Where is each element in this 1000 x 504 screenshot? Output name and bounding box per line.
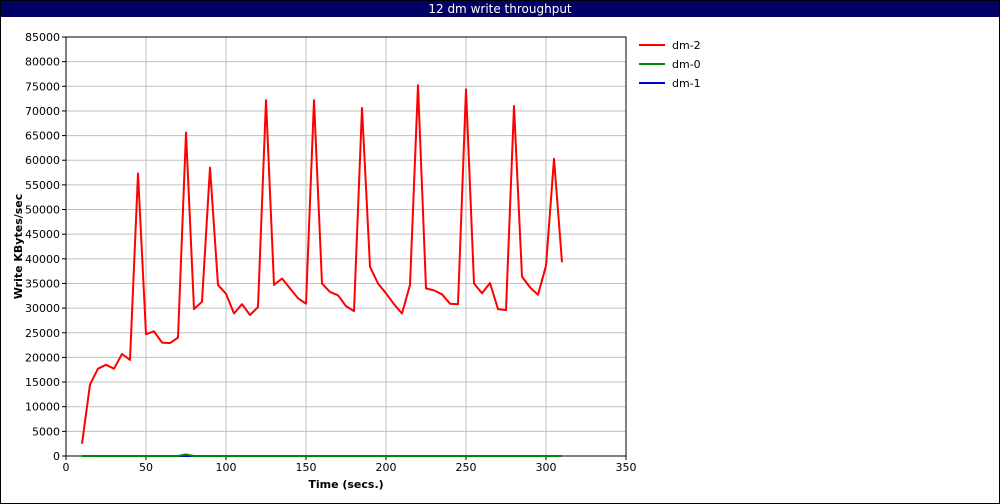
series-line-dm-0 [82,453,562,457]
y-tick-label: 40000 [25,253,60,266]
y-tick-label: 20000 [25,351,60,364]
y-tick-label: 30000 [25,302,60,315]
x-tick-label: 0 [63,461,70,474]
y-tick-label: 10000 [25,401,60,414]
x-tick-label: 100 [216,461,237,474]
y-tick-label: 80000 [25,56,60,69]
y-tick-label: 35000 [25,277,60,290]
series-line-dm-2 [81,84,563,444]
y-axis-label: Write KBytes/sec [12,194,25,300]
y-tick-label: 15000 [25,376,60,389]
chart-window: 12 dm write throughput 0 50 100 150 200 250 30… [0,0,1000,504]
x-tick-label: 50 [139,461,153,474]
y-tick-label: 25000 [25,327,60,340]
chart-title: 12 dm write throughput [1,1,999,17]
y-tick-label: 60000 [25,154,60,167]
x-axis-label: Time (secs.) [308,478,383,491]
legend-label: dm-0 [672,58,701,71]
line-chart: 0 50 100 150 200 250 300 350 0 5000 10000 15000 2000… [12,31,701,491]
y-tick-label: 75000 [25,80,60,93]
y-tick-label: 55000 [25,179,60,192]
y-tick-label: 0 [53,450,60,463]
x-tick-label: 250 [456,461,477,474]
y-tick-label: 65000 [25,130,60,143]
x-tick-label: 200 [376,461,397,474]
x-tick-label: 150 [296,461,317,474]
legend-label: dm-1 [672,77,701,90]
series-lines [81,84,563,457]
y-tick-label: 50000 [25,204,60,217]
x-tick-label: 300 [536,461,557,474]
legend-label: dm-2 [672,39,701,52]
y-tick-label: 45000 [25,228,60,241]
x-tick-label: 350 [616,461,637,474]
grid [65,36,627,457]
plot-area [65,36,627,457]
y-tick-label: 5000 [32,425,60,438]
y-tick-label: 85000 [25,31,60,44]
legend: dm-2 dm-0 dm-1 [639,39,701,90]
y-tick-label: 70000 [25,105,60,118]
axis-ticks: 0 50 100 150 200 250 300 350 0 5000 10000 15000 2000… [25,31,637,474]
